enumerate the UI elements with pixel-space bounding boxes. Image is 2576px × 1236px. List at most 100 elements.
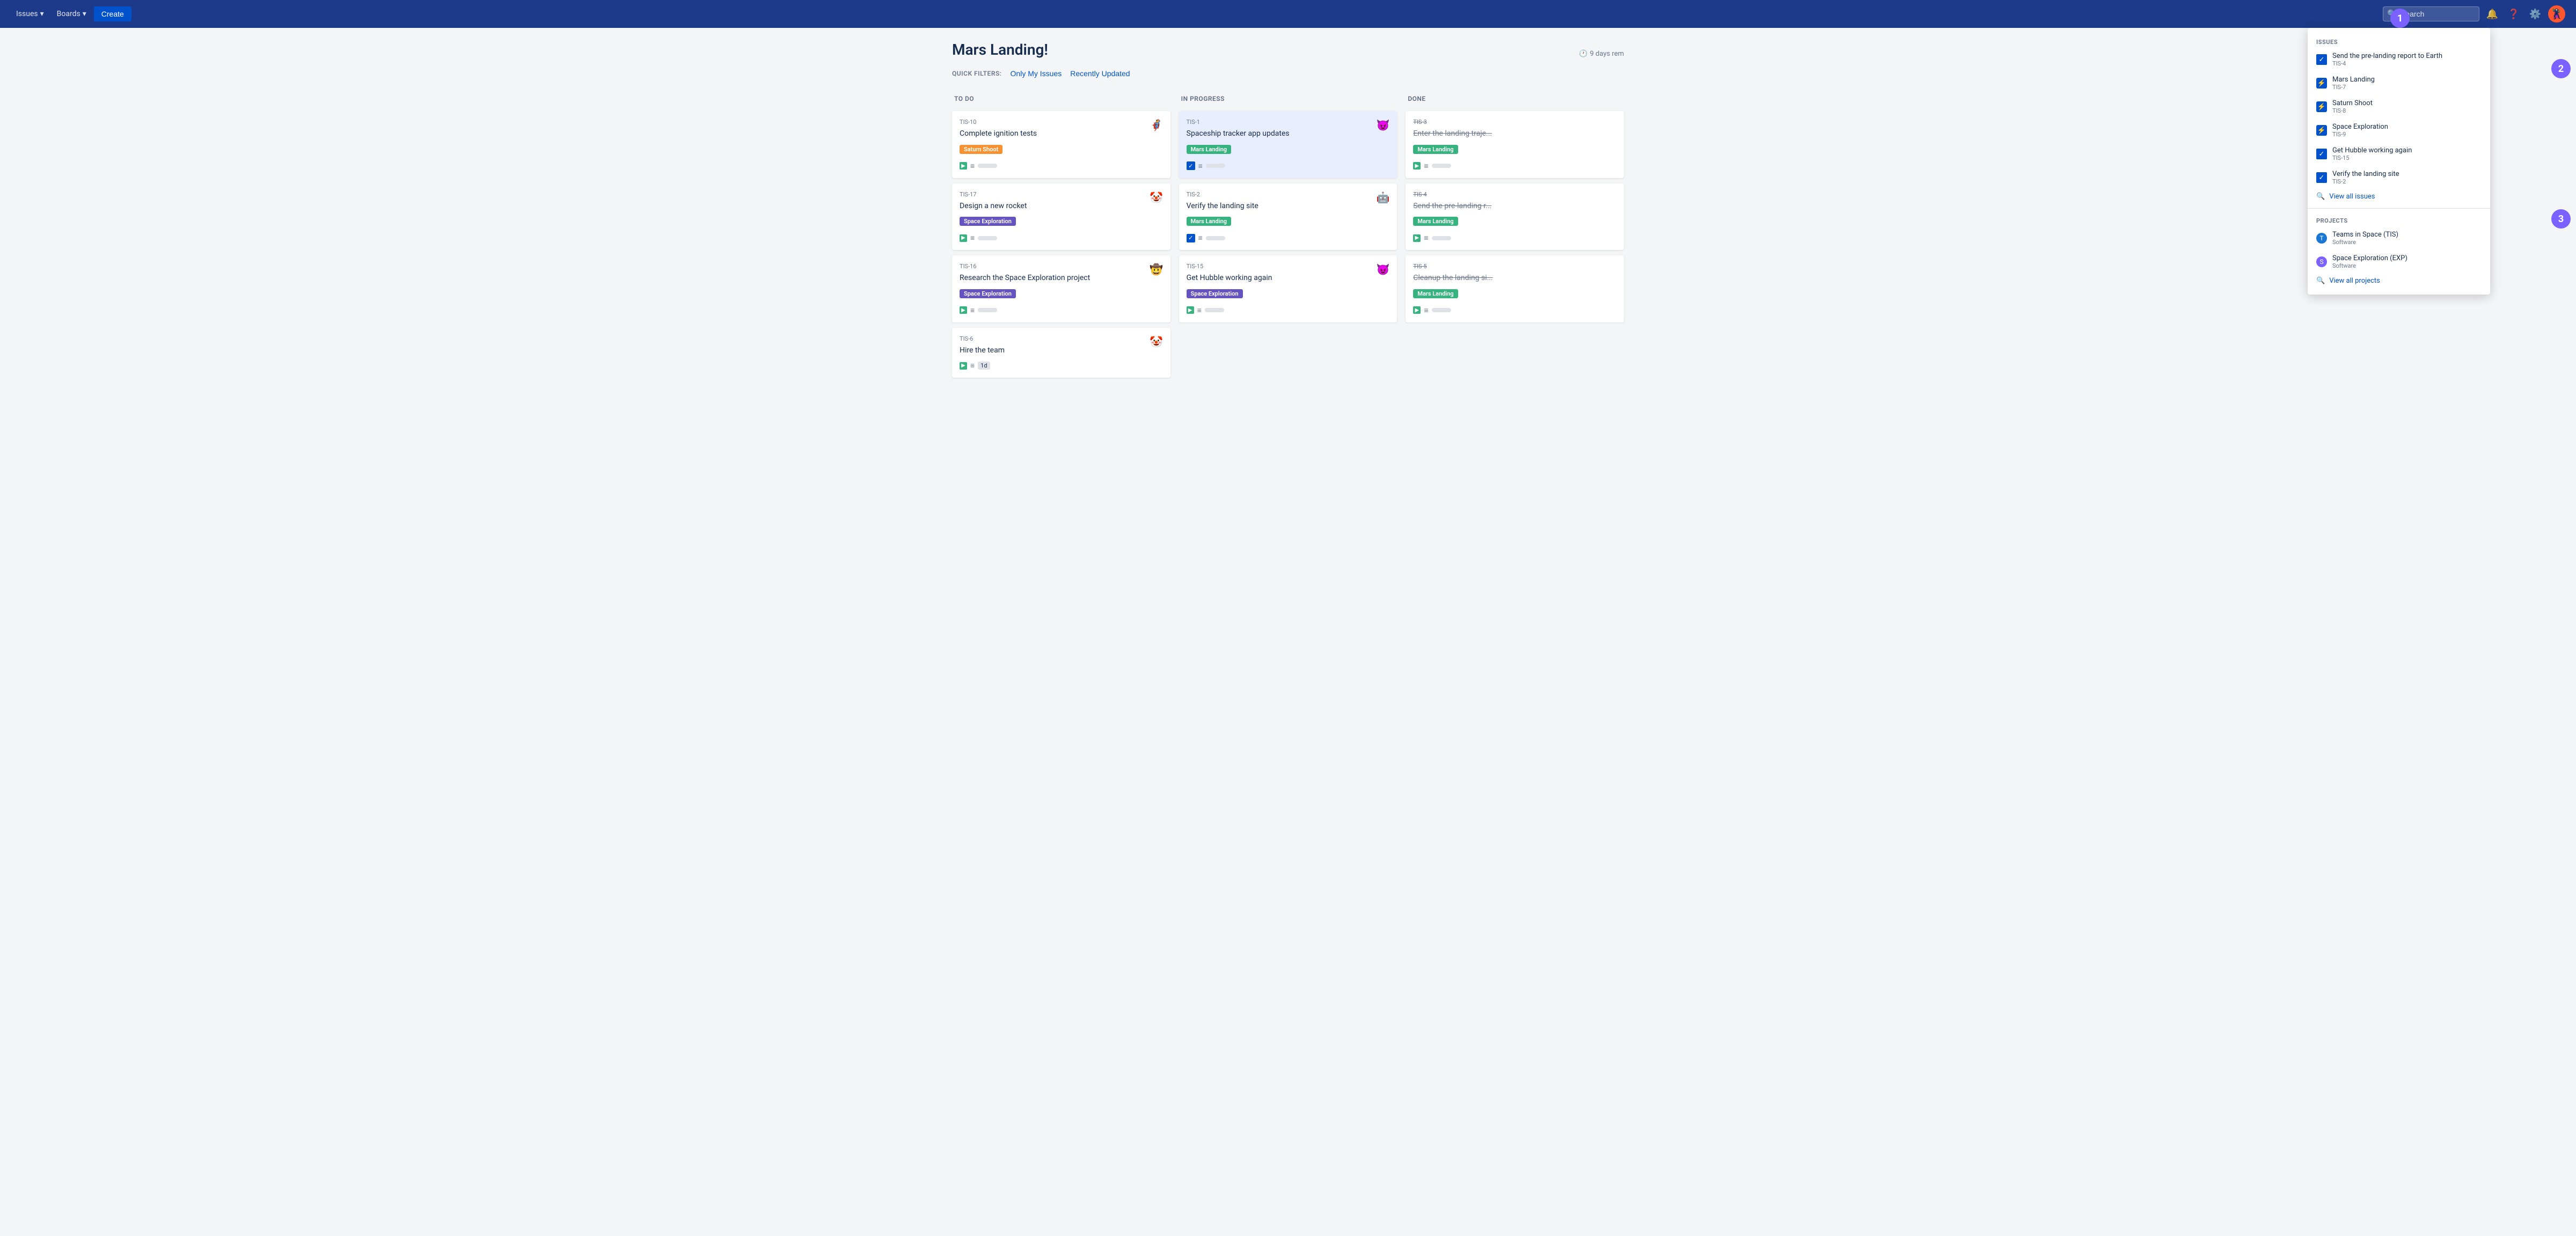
card-tis-10[interactable]: TIS-10 Complete ignition tests Saturn Sh… — [952, 111, 1170, 178]
project-title-1: Teams in Space (TIS) — [2332, 231, 2482, 239]
search-icon-small: 🔍 — [2316, 193, 2325, 201]
card-tag-tis-1: Mars Landing — [1187, 145, 1231, 154]
quick-filters-bar: QUICK FILTERS: Only My Issues Recently U… — [952, 69, 1624, 78]
time-badge-tis-6: 1d — [978, 362, 990, 370]
issue-text-1: Send the pre-landing report to Earth TIS… — [2332, 52, 2482, 67]
timer-badge: 🕐 9 days rem — [1579, 50, 1624, 58]
issues-menu[interactable]: Issues ▾ — [11, 6, 49, 21]
card-title-tis-5: Cleanup the landing si... — [1413, 273, 1616, 284]
issue-text-5: Get Hubble working again TIS-15 — [2332, 146, 2482, 161]
progress-bar-tis-2 — [1206, 236, 1225, 240]
progress-bar-tis-3 — [1432, 164, 1451, 168]
annotation-2: 2 — [2551, 59, 2571, 78]
dropdown-issue-4[interactable]: ⚡ Space Exploration TIS-9 — [2308, 119, 2490, 142]
projects-section-label: PROJECTS — [2308, 213, 2490, 226]
card-footer-tis-10: ▶ ≡ — [960, 161, 1163, 171]
issue-text-4: Space Exploration TIS-9 — [2332, 123, 2482, 138]
card-avatar-tis-16: 🤠 — [1149, 262, 1164, 277]
issue-story-icon-3: ⚡ — [2316, 101, 2327, 112]
card-tag-tis-4: Mars Landing — [1413, 217, 1458, 226]
column-done-header: DONE — [1406, 91, 1624, 107]
issue-sub-5: TIS-15 — [2332, 154, 2482, 161]
card-footer-tis-5: ▶ ≡ — [1413, 306, 1616, 315]
clock-icon: 🕐 — [1579, 50, 1587, 58]
page-header-row: Mars Landing! 🕐 9 days rem — [952, 41, 1624, 67]
progress-bar-tis-10 — [978, 164, 997, 168]
user-avatar[interactable]: 🦹 — [2548, 5, 2565, 23]
card-tis-17[interactable]: TIS-17 Design a new rocket Space Explora… — [952, 183, 1170, 251]
check-icon-tis-1: ✓ — [1187, 161, 1195, 170]
dropdown-project-2[interactable]: S Space Exploration (EXP) Software — [2308, 250, 2490, 274]
issue-title-3: Saturn Shoot — [2332, 99, 2482, 107]
nav-right: 🔍 🔔 ❓ ⚙️ 🦹 — [2383, 5, 2565, 23]
issue-title-2: Mars Landing — [2332, 76, 2482, 84]
card-title-tis-3: Enter the landing traje... — [1413, 129, 1616, 139]
view-all-issues-link[interactable]: 🔍 View all issues — [2308, 189, 2490, 204]
create-button[interactable]: Create — [94, 6, 131, 21]
card-id-tis-4: TIS-4 — [1413, 191, 1616, 198]
view-all-projects-link[interactable]: 🔍 View all projects — [2308, 274, 2490, 288]
settings-button[interactable]: ⚙️ — [2527, 5, 2544, 23]
card-tis-1[interactable]: TIS-1 Spaceship tracker app updates Mars… — [1179, 111, 1397, 178]
card-footer-tis-15: ▶ ≡ — [1187, 306, 1390, 315]
card-avatar-tis-1: 😈 — [1375, 117, 1391, 133]
eq-icon-tis-6: ≡ — [970, 361, 975, 370]
card-tis-16[interactable]: TIS-16 Research the Space Exploration pr… — [952, 255, 1170, 322]
eq-icon-tis-3: ≡ — [1424, 161, 1428, 171]
boards-menu[interactable]: Boards ▾ — [52, 6, 92, 21]
dropdown-issue-1[interactable]: ✓ Send the pre-landing report to Earth T… — [2308, 48, 2490, 71]
story-icon-tis-15: ▶ — [1187, 306, 1194, 314]
column-todo-header: TO DO — [952, 91, 1170, 107]
card-footer-tis-2: ✓ ≡ — [1187, 233, 1390, 242]
card-tag-tis-5: Mars Landing — [1413, 289, 1458, 298]
nav-left: Issues ▾ Boards ▾ Create — [11, 6, 131, 21]
help-button[interactable]: ❓ — [2505, 5, 2522, 23]
issue-sub-6: TIS-2 — [2332, 178, 2482, 185]
card-tag-tis-15: Space Exploration — [1187, 289, 1243, 298]
progress-bar-tis-16 — [978, 308, 997, 312]
card-id-tis-2: TIS-2 — [1187, 191, 1390, 198]
issue-title-6: Verify the landing site — [2332, 170, 2482, 178]
card-tis-6[interactable]: TIS-6 Hire the team 🤡 ▶ ≡ 1d — [952, 328, 1170, 378]
card-title-tis-1: Spaceship tracker app updates — [1187, 129, 1390, 139]
dropdown-issue-2[interactable]: ⚡ Mars Landing TIS-7 — [2308, 71, 2490, 95]
dropdown-divider — [2308, 208, 2490, 209]
page-container: Mars Landing! 🕐 9 days rem QUICK FILTERS… — [939, 28, 1637, 391]
card-tis-15[interactable]: TIS-15 Get Hubble working again Space Ex… — [1179, 255, 1397, 322]
card-avatar-tis-2: 🤖 — [1375, 190, 1391, 205]
card-tag-tis-10: Saturn Shoot — [960, 145, 1002, 154]
issue-title-1: Send the pre-landing report to Earth — [2332, 52, 2482, 60]
dropdown-project-1[interactable]: T Teams in Space (TIS) Software — [2308, 226, 2490, 250]
card-tis-3[interactable]: TIS-3 Enter the landing traje... Mars La… — [1406, 111, 1624, 178]
card-id-tis-16: TIS-16 — [960, 263, 1163, 270]
filter-recently-updated[interactable]: Recently Updated — [1070, 69, 1130, 78]
dropdown-issue-5[interactable]: ✓ Get Hubble working again TIS-15 — [2308, 142, 2490, 166]
card-tis-5[interactable]: TIS-5 Cleanup the landing si... Mars Lan… — [1406, 255, 1624, 322]
issue-text-2: Mars Landing TIS-7 — [2332, 76, 2482, 91]
card-tis-2[interactable]: TIS-2 Verify the landing site Mars Landi… — [1179, 183, 1397, 251]
issues-chevron-icon: ▾ — [40, 10, 44, 18]
issue-check-icon-1: ✓ — [2316, 54, 2327, 65]
eq-icon-tis-17: ≡ — [970, 233, 975, 242]
filter-my-issues[interactable]: Only My Issues — [1011, 69, 1062, 78]
column-inprogress: IN PROGRESS TIS-1 Spaceship tracker app … — [1179, 91, 1397, 322]
progress-bar-tis-1 — [1206, 164, 1225, 168]
search-dropdown: ISSUES ✓ Send the pre-landing report to … — [2308, 28, 2490, 295]
dropdown-issue-6[interactable]: ✓ Verify the landing site TIS-2 — [2308, 166, 2490, 189]
card-footer-tis-16: ▶ ≡ — [960, 306, 1163, 315]
card-title-tis-2: Verify the landing site — [1187, 201, 1390, 212]
card-tis-4[interactable]: TIS-4 Send the pre-landing r... Mars Lan… — [1406, 183, 1624, 251]
column-inprogress-header: IN PROGRESS — [1179, 91, 1397, 107]
project-icon-exp: S — [2316, 256, 2327, 267]
timer-text: 9 days rem — [1590, 50, 1624, 58]
issue-sub-3: TIS-8 — [2332, 107, 2482, 114]
story-icon-tis-16: ▶ — [960, 306, 967, 314]
eq-icon-tis-2: ≡ — [1198, 233, 1203, 242]
notification-button[interactable]: 🔔 — [2484, 5, 2501, 23]
card-id-tis-15: TIS-15 — [1187, 263, 1390, 270]
issue-check-icon-5: ✓ — [2316, 149, 2327, 159]
progress-bar-tis-4 — [1432, 236, 1451, 240]
dropdown-issue-3[interactable]: ⚡ Saturn Shoot TIS-8 — [2308, 95, 2490, 119]
card-footer-tis-6: ▶ ≡ 1d — [960, 361, 1163, 370]
card-avatar-tis-17: 🤡 — [1149, 190, 1164, 205]
